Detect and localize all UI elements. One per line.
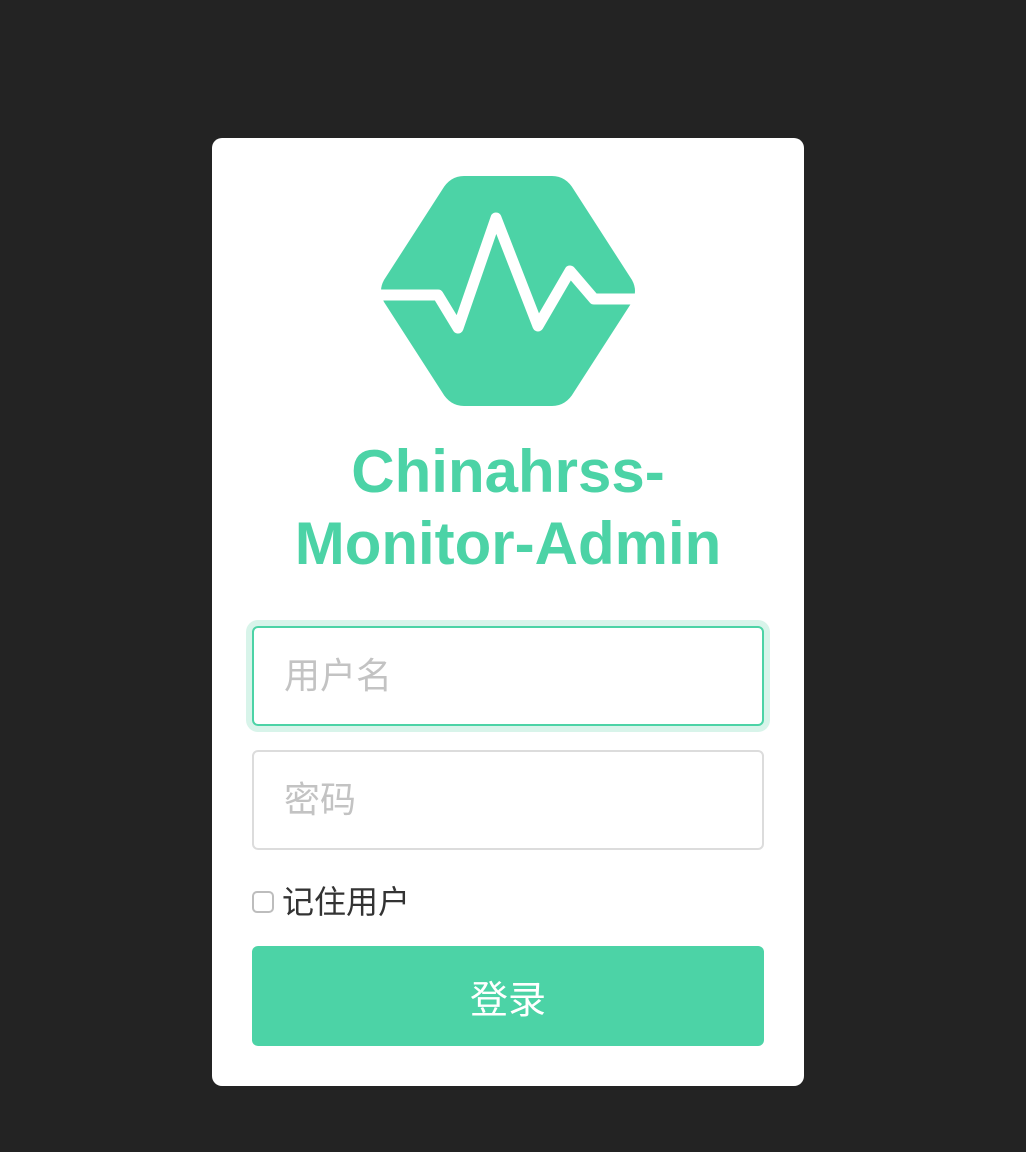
remember-user-checkbox[interactable] — [252, 891, 274, 913]
login-card: Chinahrss- Monitor-Admin 记住用户 登录 — [212, 138, 804, 1086]
title-line-1: Chinahrss- — [351, 438, 665, 505]
remember-user-row[interactable]: 记住用户 — [252, 878, 410, 922]
heartbeat-hexagon-icon — [380, 176, 636, 406]
password-field[interactable] — [252, 750, 764, 850]
login-button[interactable]: 登录 — [252, 946, 764, 1046]
remember-user-label[interactable]: 记住用户 — [282, 877, 410, 923]
password-input[interactable] — [254, 752, 762, 848]
page-title: Chinahrss- Monitor-Admin — [212, 436, 804, 580]
username-input[interactable] — [254, 628, 762, 724]
username-field[interactable] — [252, 626, 764, 726]
title-line-2: Monitor-Admin — [294, 510, 722, 577]
